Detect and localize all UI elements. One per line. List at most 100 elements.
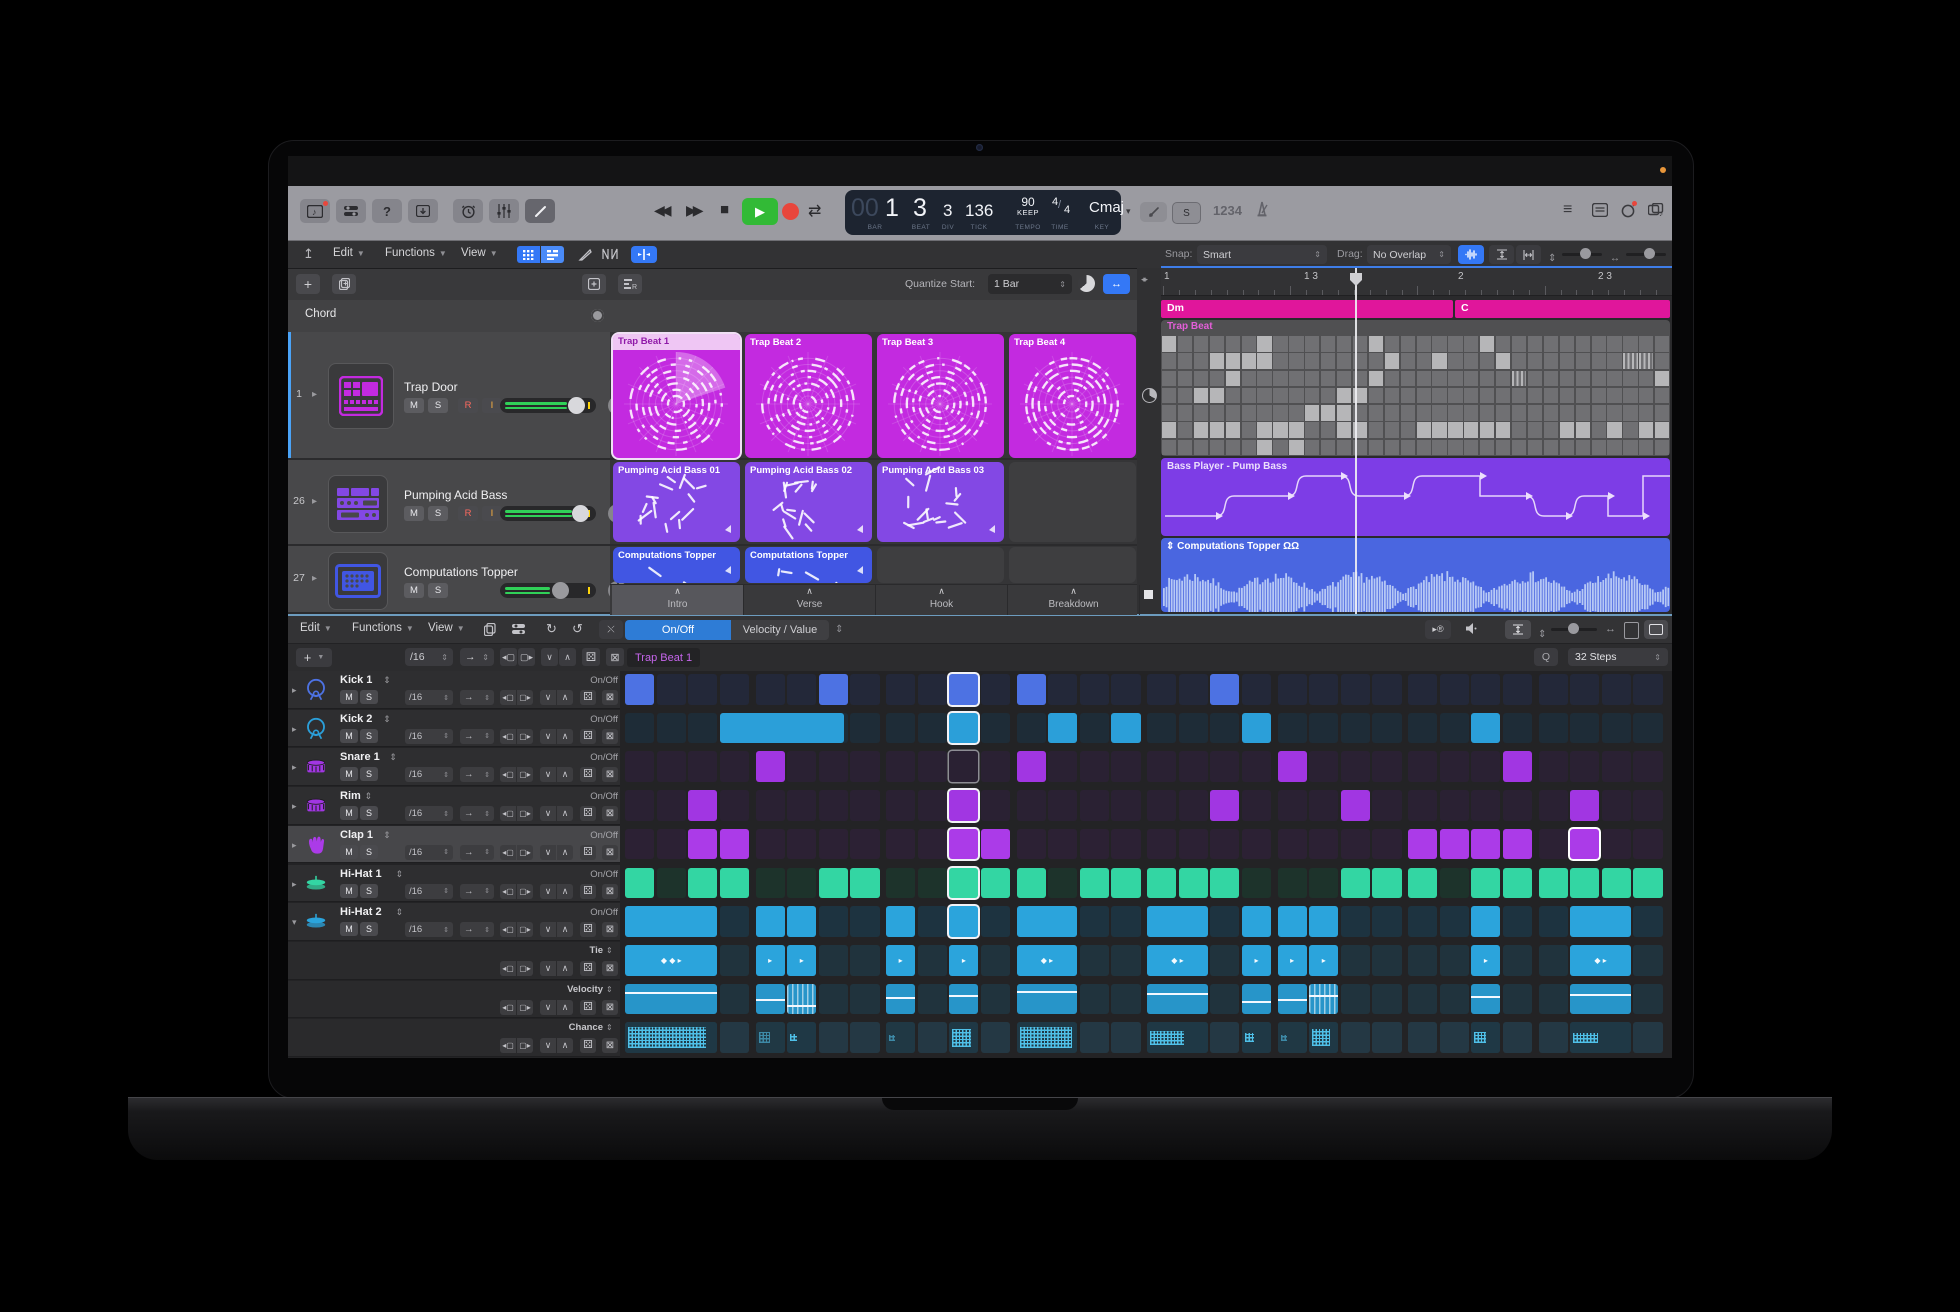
substep-cell[interactable] [720,984,749,1015]
step-cell[interactable] [1471,790,1500,821]
velocity-cell[interactable] [1242,984,1271,1015]
substep-cell[interactable] [918,1022,947,1053]
step-cell-active[interactable] [625,906,717,937]
chord-region[interactable]: Dm [1161,300,1453,318]
step-cell[interactable] [1539,674,1568,705]
step-cell[interactable] [787,790,816,821]
step-cell-active[interactable] [819,674,848,705]
playhead-marker[interactable] [1349,272,1363,287]
step-cell[interactable] [1570,674,1599,705]
step-cell[interactable] [1017,713,1046,744]
tie-cell[interactable]: ◆ ▸ [1017,945,1078,976]
step-cell[interactable] [1309,713,1338,744]
step-cell[interactable] [1179,751,1208,782]
row-increment-button[interactable]: ∧ [557,845,573,860]
row-mute-button[interactable]: M [340,729,358,743]
row-clear-button[interactable]: ⊠ [602,806,618,821]
row-clear-button[interactable]: ⊠ [602,767,618,782]
chance-cell[interactable] [949,1022,978,1053]
step-cell-active[interactable] [1147,868,1176,899]
row-mute-button[interactable]: M [340,690,358,704]
step-cell-active[interactable] [720,829,749,860]
row-rate-dropdown[interactable]: /16⇕ [405,690,453,705]
tie-cell[interactable]: ▸ [756,945,785,976]
ll-menu-edit[interactable]: Edit▼ [333,247,365,259]
loop-cell[interactable]: Trap Beat 2 [745,334,872,458]
step-cell[interactable] [1372,751,1401,782]
substep-cell[interactable] [1633,945,1662,976]
track-m-button[interactable]: M [404,398,424,413]
step-cell-active[interactable] [1017,868,1046,899]
row-playmode-dropdown[interactable]: →⇕ [460,884,494,899]
velocity-cell[interactable] [1309,984,1338,1015]
step-cell[interactable] [787,751,816,782]
step-cell[interactable] [1440,751,1469,782]
velocity-cell[interactable] [1278,984,1307,1015]
step-cell[interactable] [1017,790,1046,821]
substep-cell[interactable] [1440,945,1469,976]
step-cell[interactable] [688,674,717,705]
loop-cell[interactable]: Computations Topper [613,547,740,583]
step-cell[interactable] [625,829,654,860]
velocity-cell[interactable] [625,984,717,1015]
step-cell[interactable] [981,751,1010,782]
track-i-button[interactable]: I [482,506,502,521]
step-cell[interactable] [1602,713,1631,744]
divider-expand-icon[interactable]: ◂▸ [1141,274,1146,285]
substep-cell[interactable] [1503,984,1532,1015]
step-cell-active[interactable] [1242,713,1271,744]
step-cell[interactable] [1210,713,1239,744]
track-name[interactable]: Trap Door [404,380,458,394]
loop-cell[interactable]: Trap Beat 3 [877,334,1004,458]
step-cell[interactable] [1147,751,1176,782]
loop-cell[interactable]: Pumping Acid Bass 03 [877,462,1004,542]
step-cell[interactable] [1147,674,1176,705]
step-cell[interactable] [981,674,1010,705]
substep-cell[interactable] [1210,1022,1239,1053]
midi-region-bass[interactable]: Bass Player - Pump Bass [1161,458,1670,536]
step-cell[interactable] [1278,674,1307,705]
seq-zoom-slider[interactable]: ⇕ [1538,624,1546,642]
row-randomize-button[interactable]: ⚄ [580,884,596,899]
step-cell[interactable] [1503,906,1532,937]
step-cell-active[interactable] [1048,713,1077,744]
substep-cell[interactable] [1210,945,1239,976]
row-decrement-button[interactable]: ∨ [540,922,556,937]
grid-mode-button[interactable] [517,246,540,263]
step-cell[interactable] [1633,713,1662,744]
step-cell[interactable] [886,713,915,744]
step-cell-active[interactable] [1570,906,1631,937]
row-rate-dropdown[interactable]: /16⇕ [405,806,453,821]
substep-cell[interactable] [1539,1022,1568,1053]
tie-cell[interactable]: ▸ [1471,945,1500,976]
substep-cell[interactable] [1111,984,1140,1015]
record-button[interactable] [782,203,799,220]
seq-shift-left-all[interactable]: ◂▢ [500,648,517,666]
step-cell[interactable] [688,751,717,782]
row-playmode-dropdown[interactable]: →⇕ [460,729,494,744]
waveform-zoom-button[interactable] [1458,245,1484,264]
step-cell[interactable] [1242,751,1271,782]
step-cell[interactable] [1539,906,1568,937]
row-solo-button[interactable]: S [360,884,378,898]
row-mute-button[interactable]: M [340,806,358,820]
subrow-decrement-button[interactable]: ∨ [540,1000,556,1015]
substep-cell[interactable] [918,984,947,1015]
step-cell[interactable] [657,751,686,782]
step-cell[interactable] [1242,790,1271,821]
row-solo-button[interactable]: S [360,767,378,781]
ll-menu-view[interactable]: View▼ [461,247,498,259]
substep-cell[interactable] [1341,984,1370,1015]
seq-zoom-knob[interactable] [1568,623,1579,634]
velocity-cell[interactable] [949,984,978,1015]
step-cell-active[interactable] [981,829,1010,860]
scene-play-icon[interactable]: ∧ [1008,586,1139,597]
step-cell[interactable] [1633,906,1662,937]
step-cell-active[interactable] [1309,906,1338,937]
step-cell-active[interactable] [688,829,717,860]
step-cell[interactable] [1048,829,1077,860]
track-name[interactable]: Pumping Acid Bass [404,488,507,502]
substep-cell[interactable] [850,1022,879,1053]
step-cell[interactable] [1278,790,1307,821]
step-cell[interactable] [1242,674,1271,705]
